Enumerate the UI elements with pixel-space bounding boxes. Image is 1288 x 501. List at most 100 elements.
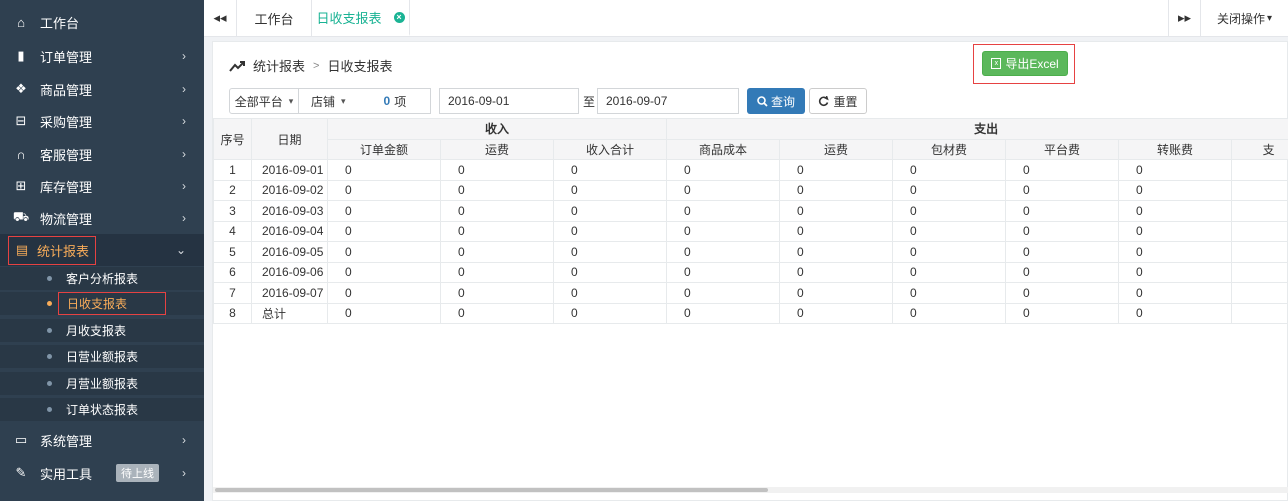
sidebar-subitem-order-status[interactable]: 订单状态报表 — [0, 398, 204, 421]
sidebar-item-dashboard[interactable]: ⌂ 工作台 — [0, 6, 204, 38]
sidebar-subitem-monthly-income-expense[interactable]: 月收支报表 — [0, 319, 204, 342]
sidebar: ⌂ 工作台 ▮ 订单管理 › ❖ 商品管理 › ⊟ 采购管理 › ∩ 客服管理 … — [0, 0, 204, 501]
cell-value: 0 — [1118, 282, 1233, 304]
column-header: 收入合计 — [552, 138, 668, 160]
export-label: 导出Excel — [1005, 57, 1059, 71]
cell-value — [1231, 179, 1288, 201]
sidebar-item-label: 实用工具 — [40, 466, 93, 482]
cart-icon: ⊟ — [15, 113, 27, 128]
table-row: 7 2016-09-07 0 0 0 0 0 0 0 0 — [213, 282, 1288, 304]
breadcrumb-parent[interactable]: 统计报表 — [253, 56, 305, 75]
cell-value: 0 — [552, 241, 668, 263]
cell-value: 0 — [1118, 302, 1233, 324]
cell-value: 0 — [666, 159, 781, 181]
column-header: 运费 — [779, 138, 894, 160]
sidebar-item-orders[interactable]: ▮ 订单管理 › — [0, 40, 204, 72]
cell-value: 0 — [440, 241, 554, 263]
caret-down-icon: ▾ — [288, 95, 294, 106]
date-from-value: 2016-09-01 — [448, 94, 510, 108]
tab-daily-income-expense[interactable]: 日收支报表 × — [312, 0, 410, 36]
cell-date: 总计 — [251, 302, 328, 324]
export-excel-button[interactable]: x 导出Excel — [982, 51, 1068, 76]
date-range-separator: 至 — [583, 95, 596, 109]
refresh-icon — [819, 95, 830, 106]
cell-value: 0 — [892, 282, 1007, 304]
bullet-icon — [47, 354, 52, 359]
sidebar-item-label: 统计报表 — [37, 243, 90, 259]
table-row: 8 总计 0 0 0 0 0 0 0 0 — [213, 302, 1288, 324]
table-row: 1 2016-09-01 0 0 0 0 0 0 0 0 — [213, 159, 1288, 181]
cell-date: 2016-09-04 — [251, 220, 328, 242]
sidebar-item-logistics[interactable]: ⛟ 物流管理 › — [0, 202, 204, 234]
sidebar-subitem-daily-revenue[interactable]: 日营业额报表 — [0, 345, 204, 368]
cell-value — [1231, 261, 1288, 283]
close-icon[interactable]: × — [393, 11, 405, 23]
cell-value: 0 — [1118, 261, 1233, 283]
sidebar-item-products[interactable]: ❖ 商品管理 › — [0, 73, 204, 105]
date-to-input[interactable]: 2016-09-07 — [597, 88, 739, 114]
search-button[interactable]: 查询 — [747, 88, 805, 114]
scrollbar-thumb[interactable] — [215, 488, 768, 492]
cell-value: 0 — [327, 200, 441, 222]
cell-value: 0 — [1005, 282, 1120, 304]
chevron-right-icon: › — [182, 114, 186, 128]
table-row: 2 2016-09-02 0 0 0 0 0 0 0 0 — [213, 179, 1288, 201]
sidebar-subitem-customer-analysis[interactable]: 客户分析报表 — [0, 267, 204, 290]
sidebar-item-customer-service[interactable]: ∩ 客服管理 › — [0, 138, 204, 170]
sidebar-subitem-daily-income-expense[interactable]: 日收支报表 — [0, 292, 204, 315]
tab-label: 工作台 — [254, 11, 294, 27]
sidebar-item-label: 库存管理 — [40, 179, 93, 195]
date-from-input[interactable]: 2016-09-01 — [439, 88, 579, 114]
excel-icon: x — [991, 58, 1002, 69]
chevron-right-icon: › — [182, 147, 186, 161]
cell-value: 0 — [552, 261, 668, 283]
search-icon — [757, 95, 768, 107]
sidebar-item-label: 物流管理 — [40, 211, 93, 227]
sidebar-item-label: 订单管理 — [40, 49, 93, 65]
date-to-value: 2016-09-07 — [606, 94, 668, 108]
reset-button[interactable]: 重置 — [809, 88, 867, 114]
table-body: 1 2016-09-01 0 0 0 0 0 0 0 0 2 2016-09-02 0 0 0 0 0 0 0 0 3 2… — [213, 159, 1288, 324]
sidebar-item-inventory[interactable]: ⊞ 库存管理 › — [0, 170, 204, 202]
sidebar-item-reports[interactable]: ▤ 统计报表 ⌄ — [0, 234, 204, 266]
cell-value — [1231, 282, 1288, 304]
sidebar-item-system[interactable]: ▭ 系统管理 › — [0, 424, 204, 456]
cell-value: 0 — [779, 179, 894, 201]
cell-value: 0 — [327, 241, 441, 263]
close-operations-dropdown[interactable]: 关闭操作 ▾ — [1200, 0, 1288, 36]
sidebar-item-purchasing[interactable]: ⊟ 采购管理 › — [0, 105, 204, 137]
cell-value: 0 — [1005, 179, 1120, 201]
cell-value: 0 — [1005, 261, 1120, 283]
platform-select[interactable]: 全部平台 ▾ — [229, 88, 299, 114]
tab-dashboard[interactable]: 工作台 — [236, 0, 312, 36]
wrench-icon: ✎ — [15, 465, 27, 480]
cell-value: 0 — [1118, 220, 1233, 242]
column-group-expense: 支出 — [666, 118, 1288, 140]
sidebar-subitem-label: 月营业额报表 — [66, 377, 139, 391]
cell-value: 0 — [892, 261, 1007, 283]
cell-value: 0 — [440, 200, 554, 222]
horizontal-scrollbar[interactable] — [213, 487, 1288, 493]
shop-select[interactable]: 店铺 ▾ 0 项 — [299, 88, 431, 114]
cell-value: 0 — [779, 282, 894, 304]
cell-seq: 1 — [213, 159, 252, 181]
chevron-right-icon: › — [182, 82, 186, 96]
column-group-income: 收入 — [326, 118, 668, 140]
tab-scroll-left-button[interactable]: ◂◂ — [204, 0, 236, 36]
export-highlight: x 导出Excel — [973, 44, 1075, 84]
sidebar-subitem-label: 日营业额报表 — [66, 350, 139, 364]
cell-value: 0 — [1118, 179, 1233, 201]
chevron-right-icon: › — [182, 466, 186, 480]
headphones-icon: ∩ — [16, 146, 26, 162]
daily-income-expense-table: 序号 日期 收入 支出 订单金额 运费 收入合计 商品成本 运费 包材费 平台费… — [213, 118, 1288, 324]
cell-value: 0 — [440, 179, 554, 201]
sidebar-item-tools[interactable]: ✎ 实用工具 待上线 › — [0, 457, 204, 489]
cell-date: 2016-09-03 — [251, 200, 328, 222]
cell-value: 0 — [779, 220, 894, 242]
tab-scroll-right-button[interactable]: ▸▸ — [1168, 0, 1200, 36]
sidebar-subitem-monthly-revenue[interactable]: 月营业额报表 — [0, 372, 204, 395]
breadcrumb-current: 日收支报表 — [327, 59, 393, 74]
report-panel: 统计报表 > 日收支报表 x 导出Excel 全部平台 ▾ 店铺 ▾ 0 项 2… — [212, 41, 1288, 501]
cell-value: 0 — [666, 282, 781, 304]
cell-value: 0 — [1005, 200, 1120, 222]
